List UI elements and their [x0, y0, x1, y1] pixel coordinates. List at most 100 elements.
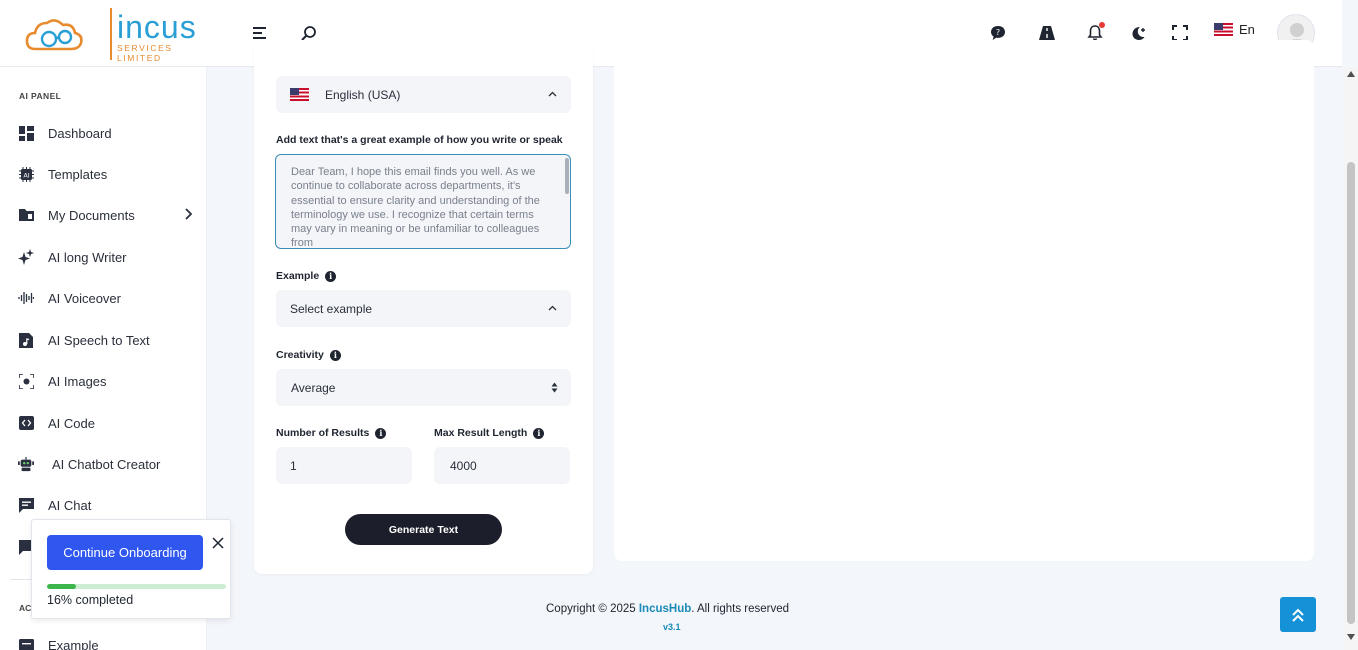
scrollbar-thumb[interactable] — [1347, 162, 1355, 624]
chevron-up-icon — [548, 91, 557, 97]
creativity-label: Creativity — [276, 349, 324, 361]
us-flag-icon — [290, 88, 309, 101]
language-label: En — [1239, 22, 1255, 37]
chatbot-icon — [18, 456, 34, 472]
sidebar-item-my-documents[interactable]: My Documents — [18, 204, 198, 226]
dashboard-icon — [18, 125, 34, 141]
double-chevron-up-icon — [1292, 608, 1304, 622]
audio-file-icon — [18, 332, 34, 348]
waveform-icon — [18, 290, 34, 306]
folder-icon — [18, 207, 34, 223]
sort-arrows-icon — [551, 382, 558, 393]
sidebar-item-ai-images[interactable]: AI Images — [18, 370, 198, 392]
search-icon — [300, 25, 316, 41]
sample-text-textarea[interactable]: Dear Team, I hope this email finds you w… — [275, 154, 571, 249]
sidebar-item-label: AI Code — [48, 415, 95, 431]
sidebar-item-label: AI long Writer — [48, 249, 127, 265]
scroll-up-arrow-icon[interactable] — [1347, 71, 1355, 77]
scroll-to-top-button[interactable] — [1280, 597, 1316, 632]
result-panel[interactable] — [614, 40, 1314, 561]
max-length-label: Max Result Length — [434, 427, 528, 439]
sidebar-item-label: AI Images — [48, 373, 107, 389]
page-scrollbar[interactable] — [1344, 67, 1358, 650]
sidebar-item-example[interactable]: Example — [18, 634, 198, 650]
sidebar-item-ai-long-writer[interactable]: AI long Writer — [18, 246, 198, 268]
language-select[interactable]: English (USA) — [276, 76, 571, 113]
sidebar-item-label: Templates — [48, 166, 108, 182]
sidebar-item-ai-code[interactable]: AI Code — [18, 412, 198, 434]
max-length-input[interactable]: 4000 — [434, 447, 570, 484]
sidebar-subsection-title: AC — [19, 603, 32, 613]
info-icon[interactable]: i — [329, 349, 341, 361]
chevron-right-icon — [185, 208, 193, 220]
sample-text-value: Dear Team, I hope this email finds you w… — [291, 166, 540, 249]
language-select-value: English (USA) — [325, 87, 401, 102]
sidebar-item-ai-chatbot-creator[interactable]: AI Chatbot Creator — [18, 453, 198, 475]
svg-text:AI: AI — [23, 171, 29, 179]
brand-tagline: SERVICES LIMITED — [117, 43, 173, 63]
code-icon — [18, 415, 34, 431]
onboarding-progress-bar — [47, 584, 226, 589]
notification-dot — [1099, 22, 1105, 28]
sidebar-item-label: Example — [48, 637, 99, 650]
copyright-suffix: . All rights reserved — [691, 603, 790, 615]
sidebar-item-dashboard[interactable]: Dashboard — [18, 122, 198, 144]
info-icon[interactable]: i — [375, 427, 387, 439]
example-select[interactable]: Select example — [276, 290, 571, 327]
image-scan-icon — [18, 373, 34, 389]
brand-name: incus — [117, 9, 197, 45]
sidebar-item-label: AI Voiceover — [48, 290, 121, 306]
language-selector[interactable]: En — [1214, 22, 1255, 37]
scroll-down-arrow-icon[interactable] — [1347, 634, 1355, 640]
num-results-label-row: Number of Results i — [276, 427, 387, 439]
creativity-select[interactable]: Average — [276, 369, 571, 406]
example-icon — [18, 637, 34, 650]
sidebar-item-label: AI Chat — [48, 497, 92, 513]
templates-icon: AI — [18, 166, 34, 182]
cloud-logo-icon — [25, 19, 83, 51]
textarea-scrollbar[interactable] — [565, 158, 569, 194]
chevron-up-icon — [548, 305, 557, 311]
sidebar-item-label: AI Speech to Text — [48, 332, 150, 348]
us-flag-icon — [1214, 23, 1233, 36]
num-results-value: 1 — [290, 458, 297, 473]
num-results-input[interactable]: 1 — [276, 447, 412, 484]
sparkle-icon — [18, 249, 34, 265]
generate-text-button[interactable]: Generate Text — [345, 514, 502, 545]
sidebar-item-ai-voiceover[interactable]: AI Voiceover — [18, 287, 198, 309]
info-icon[interactable]: i — [533, 427, 545, 439]
road-icon — [1039, 26, 1055, 40]
sidebar-item-label: AI Chatbot Creator — [52, 456, 161, 472]
onboarding-popup: Continue Onboarding 16% completed — [31, 519, 231, 619]
sidebar-item-label: My Documents — [48, 207, 135, 223]
copyright-text: Copyright © 2025 IncusHub. All rights re… — [546, 603, 789, 615]
example-select-value: Select example — [290, 301, 373, 316]
max-length-label-row: Max Result Length i — [434, 427, 545, 439]
footer-brand-link[interactable]: IncusHub — [639, 603, 691, 615]
version-label: v3.1 — [663, 622, 681, 632]
max-length-value: 4000 — [450, 458, 477, 473]
creativity-select-value: Average — [291, 380, 336, 395]
sidebar-item-ai-speech-to-text[interactable]: AI Speech to Text — [18, 329, 198, 351]
example-label: Example — [276, 270, 320, 282]
chat-icon — [18, 497, 34, 513]
num-results-label: Number of Results — [276, 427, 370, 439]
sidebar-item-ai-chat[interactable]: AI Chat — [18, 494, 198, 516]
info-icon[interactable]: i — [325, 270, 337, 282]
sidebar-item-label: Dashboard — [48, 125, 112, 141]
copyright-prefix: Copyright © 2025 — [546, 603, 639, 615]
brand-logo[interactable]: incus SERVICES LIMITED — [25, 3, 196, 63]
onboarding-progress-fill — [47, 584, 76, 589]
sidebar-section-title: AI PANEL — [19, 91, 62, 101]
menu-icon — [253, 27, 266, 39]
sample-text-label: Add text that's a great example of how y… — [276, 134, 563, 146]
fullscreen-icon — [1172, 25, 1188, 41]
svg-text:?: ? — [996, 28, 1000, 37]
example-label-row: Example i — [276, 270, 337, 282]
onboarding-progress-text: 16% completed — [47, 593, 134, 607]
close-icon[interactable] — [210, 535, 226, 551]
continue-onboarding-button[interactable]: Continue Onboarding — [47, 535, 203, 570]
sidebar-item-templates[interactable]: AI Templates — [18, 163, 198, 185]
creativity-label-row: Creativity i — [276, 349, 341, 361]
logo-divider — [110, 8, 112, 60]
